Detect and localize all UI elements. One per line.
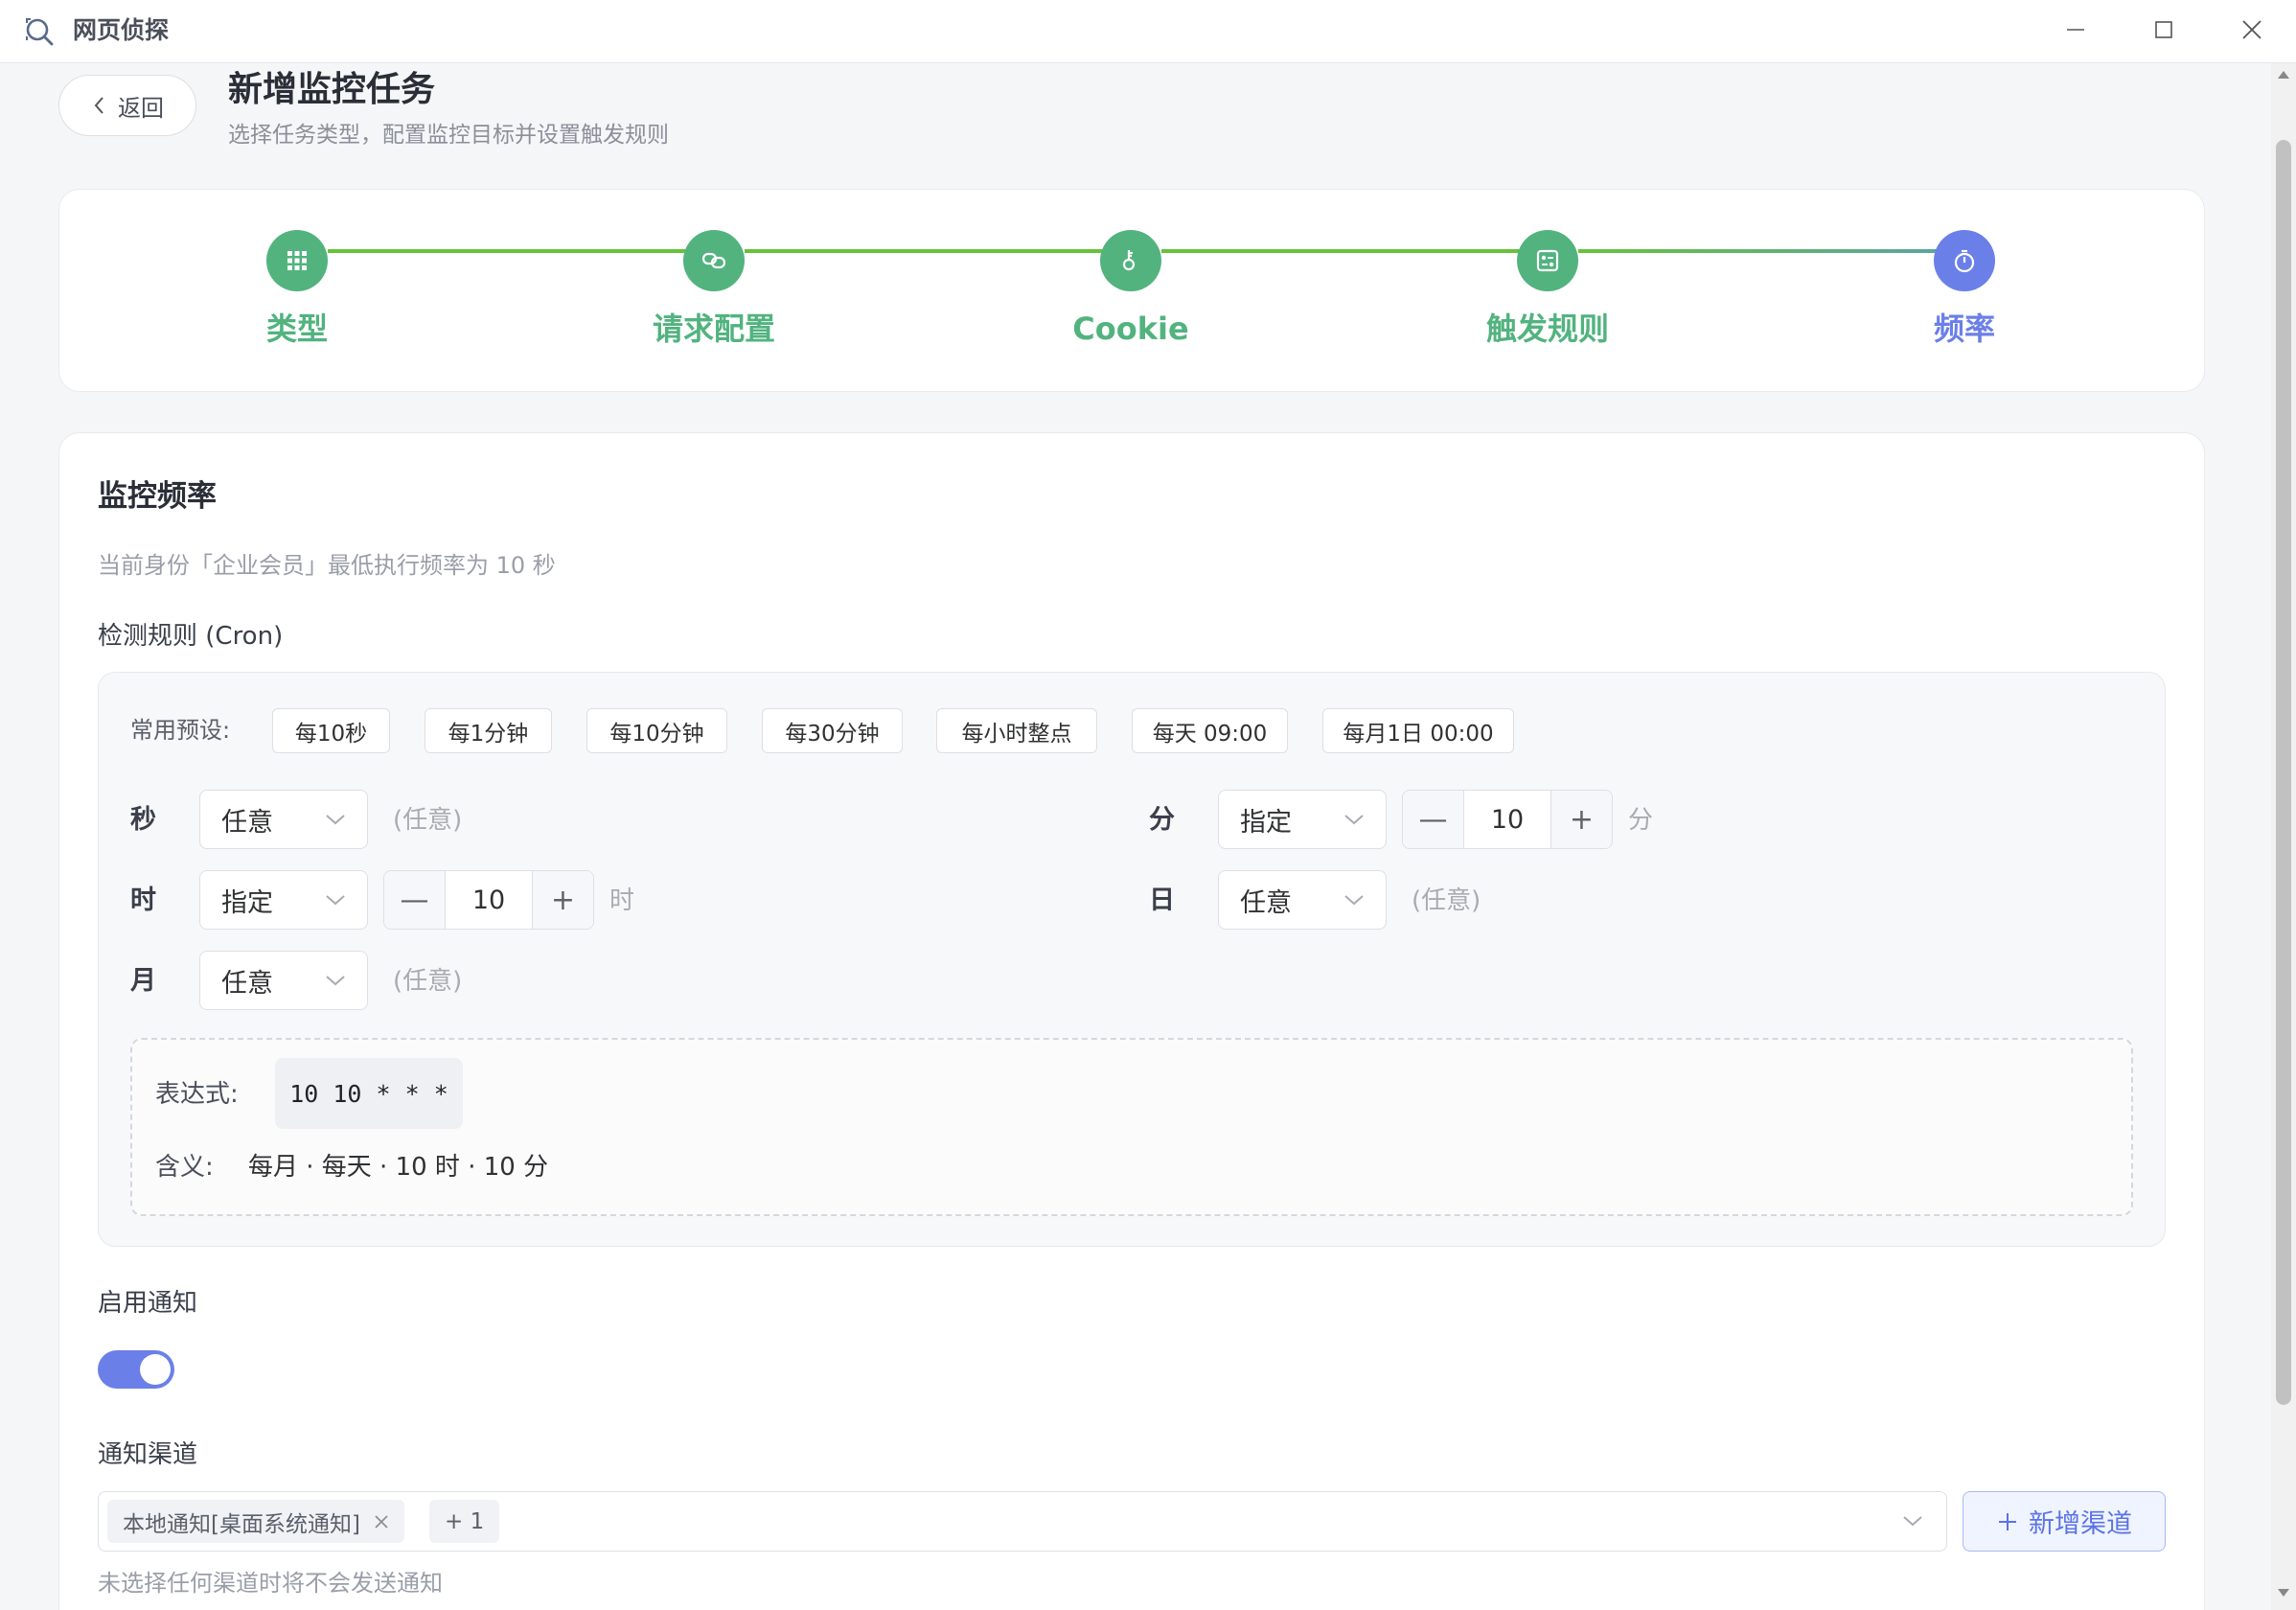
cron-expression: 10 10 * * *: [275, 1058, 463, 1129]
hour-decrement-button[interactable]: —: [384, 871, 446, 929]
window-titlebar: 网页侦探: [0, 0, 2296, 63]
preset-every-1m[interactable]: 每1分钟: [425, 708, 552, 753]
chevron-down-icon: [326, 895, 345, 906]
minute-value[interactable]: 10: [1464, 791, 1550, 848]
more-tags-badge[interactable]: + 1: [429, 1500, 500, 1543]
step-label-frequency: 频率: [1933, 310, 1995, 347]
step-cookie[interactable]: [1100, 230, 1161, 291]
second-mode-value: 任意: [221, 807, 273, 838]
month-note: (任意): [393, 967, 463, 996]
close-button[interactable]: [2208, 0, 2296, 59]
timer-icon: [1954, 249, 1975, 273]
scroll-down-icon[interactable]: [2276, 1587, 2291, 1598]
chevron-down-icon: [1903, 1516, 1922, 1527]
hour-mode-select[interactable]: 指定: [199, 870, 368, 930]
chevron-down-icon: [326, 815, 345, 825]
chevron-down-icon: [1344, 815, 1364, 825]
scrollbar-thumb[interactable]: [2276, 140, 2291, 1405]
hour-unit: 时: [609, 886, 635, 915]
meaning-text: 每月 · 每天 · 10 时 · 10 分: [248, 1153, 549, 1182]
chevron-left-icon: [94, 97, 103, 114]
second-mode-select[interactable]: 任意: [199, 790, 368, 849]
day-mode-value: 任意: [1240, 887, 1292, 918]
plus-icon: [1999, 1512, 2016, 1530]
step-label-request-config: 请求配置: [652, 310, 775, 347]
toggle-knob: [140, 1354, 171, 1385]
scroll-up-icon[interactable]: [2276, 69, 2291, 80]
step-label-type: 类型: [265, 310, 328, 347]
month-mode-value: 任意: [221, 968, 273, 999]
presets-label: 常用预设:: [130, 717, 231, 744]
expression-label: 表达式:: [155, 1080, 239, 1109]
cron-label: 检测规则 (Cron): [98, 622, 284, 651]
day-note: (任意): [1412, 886, 1481, 915]
step-type[interactable]: [266, 230, 328, 291]
hour-stepper: — 10 +: [383, 870, 594, 930]
more-tags-label: + 1: [445, 1508, 485, 1534]
step-label-cookie: Cookie: [1072, 310, 1189, 347]
preset-hourly[interactable]: 每小时整点: [936, 708, 1097, 753]
minute-unit: 分: [1628, 806, 1654, 835]
minute-stepper: — 10 +: [1402, 790, 1613, 849]
step-trigger-rules[interactable]: [1517, 230, 1578, 291]
rules-icon: [1536, 249, 1559, 272]
step-connector: [328, 249, 690, 253]
minute-mode-value: 指定: [1240, 807, 1292, 838]
maximize-button[interactable]: [2120, 0, 2208, 59]
frequency-hint: 当前身份「企业会员」最低执行频率为 10 秒: [98, 552, 556, 579]
hour-label: 时: [130, 886, 156, 915]
step-request-config[interactable]: [683, 230, 745, 291]
step-connector: [1578, 249, 1940, 253]
step-connector: [745, 249, 1107, 253]
app-title: 网页侦探: [73, 16, 170, 44]
step-frequency[interactable]: [1934, 230, 1995, 291]
add-channel-button[interactable]: 新增渠道: [1963, 1491, 2166, 1552]
step-label-trigger-rules: 触发规则: [1485, 310, 1609, 347]
key-icon: [1122, 250, 1136, 271]
preset-every-10s[interactable]: 每10秒: [272, 708, 390, 753]
app-logo-icon: [26, 18, 54, 46]
minimize-icon: [2067, 29, 2084, 31]
hour-mode-value: 指定: [221, 887, 273, 918]
preset-monthly-1st[interactable]: 每月1日 00:00: [1322, 708, 1514, 753]
maximize-icon: [2155, 21, 2172, 38]
preset-every-30m[interactable]: 每30分钟: [762, 708, 903, 753]
notification-toggle[interactable]: [98, 1350, 174, 1389]
second-label: 秒: [130, 805, 156, 835]
day-label: 日: [1149, 886, 1175, 915]
page-subtitle: 选择任务类型，配置监控目标并设置触发规则: [228, 123, 669, 148]
month-label: 月: [130, 966, 156, 996]
day-mode-select[interactable]: 任意: [1218, 870, 1387, 930]
minute-mode-select[interactable]: 指定: [1218, 790, 1387, 849]
section-title: 监控频率: [98, 479, 217, 514]
back-button-label: 返回: [118, 94, 164, 122]
channel-tag-label: 本地通知[桌面系统通知]: [123, 1511, 360, 1537]
remove-tag-icon[interactable]: [374, 1514, 389, 1530]
month-mode-select[interactable]: 任意: [199, 951, 368, 1010]
channel-label: 通知渠道: [98, 1440, 198, 1469]
preset-every-10m[interactable]: 每10分钟: [586, 708, 727, 753]
grid-icon: [287, 251, 307, 270]
page-title: 新增监控任务: [228, 70, 436, 109]
channel-tag: 本地通知[桌面系统通知]: [107, 1500, 404, 1543]
minute-label: 分: [1149, 805, 1175, 835]
minute-decrement-button[interactable]: —: [1403, 791, 1464, 848]
chevron-down-icon: [1344, 895, 1364, 906]
second-note: (任意): [393, 806, 463, 835]
minimize-button[interactable]: [2032, 0, 2120, 59]
preset-daily-0900[interactable]: 每天 09:00: [1132, 708, 1288, 753]
hour-increment-button[interactable]: +: [532, 871, 593, 929]
add-channel-label: 新增渠道: [2029, 1509, 2132, 1539]
chevron-down-icon: [326, 976, 345, 986]
meaning-label: 含义:: [155, 1153, 214, 1182]
channel-helper-text: 未选择任何渠道时将不会发送通知: [98, 1570, 443, 1597]
enable-notification-label: 启用通知: [98, 1289, 198, 1318]
back-button[interactable]: 返回: [58, 75, 196, 136]
close-icon: [2242, 20, 2262, 39]
step-connector: [1161, 249, 1524, 253]
minute-increment-button[interactable]: +: [1550, 791, 1612, 848]
hour-value[interactable]: 10: [446, 871, 532, 929]
link-icon: [701, 252, 726, 269]
